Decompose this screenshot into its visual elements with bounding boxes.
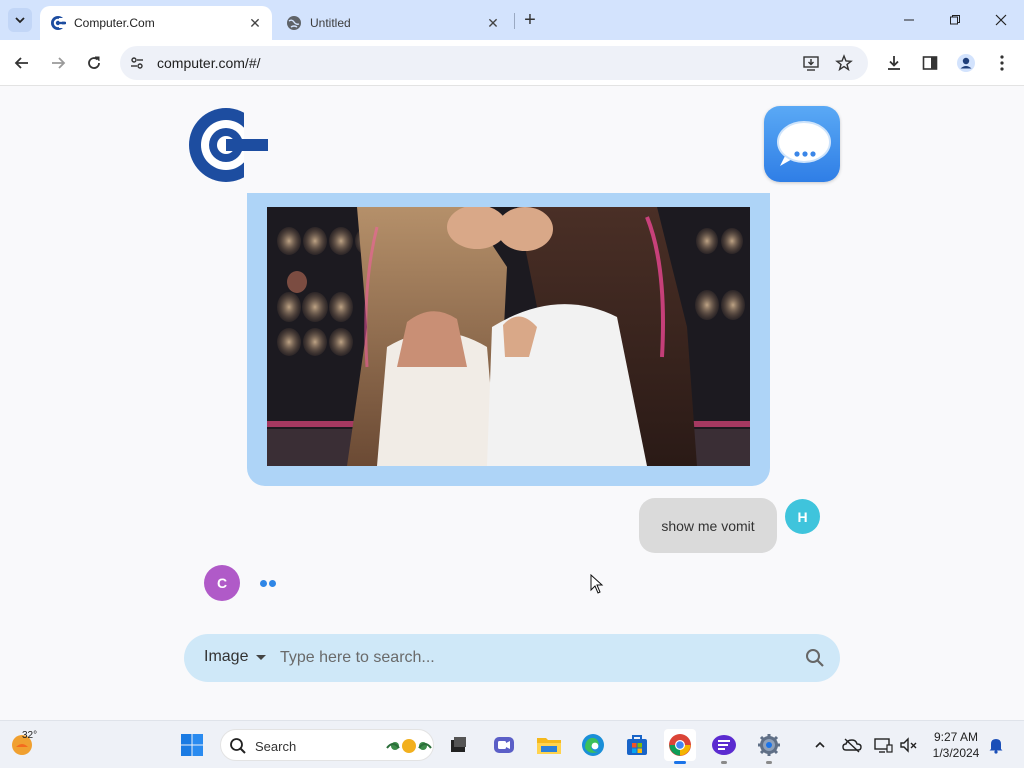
network-display-icon[interactable] [873, 735, 893, 755]
windows-start-icon[interactable] [176, 729, 208, 761]
tab-title: Untitled [310, 16, 351, 30]
generated-image-card [247, 193, 770, 486]
show-hidden-icons-chevron-icon[interactable] [810, 735, 830, 755]
tab-search-button[interactable] [8, 8, 32, 32]
computer-com-logo[interactable] [188, 103, 268, 187]
browser-toolbar: computer.com/#/ [0, 40, 1024, 86]
task-view-icon[interactable] [442, 729, 474, 761]
windows-taskbar: 32° Search 9:27 AM 1/3/2024 [0, 720, 1024, 768]
typing-indicator-dot [260, 580, 267, 587]
messages-app-icon[interactable] [764, 106, 840, 182]
bookmark-star-icon[interactable] [835, 54, 853, 72]
side-panel-icon[interactable] [920, 53, 940, 73]
back-arrow-icon[interactable] [10, 51, 34, 75]
computer-com-favicon-icon [50, 15, 66, 31]
browser-menu-icon[interactable] [992, 53, 1012, 73]
file-explorer-icon[interactable] [533, 729, 565, 761]
new-tab-plus-icon[interactable]: + [520, 9, 540, 31]
install-app-icon[interactable] [802, 54, 820, 72]
vpn-app-icon[interactable] [708, 729, 740, 764]
close-tab-icon[interactable]: ✕ [246, 14, 264, 32]
edge-browser-icon[interactable] [577, 729, 609, 761]
search-highlight-icon [386, 739, 432, 753]
globe-icon [286, 15, 302, 31]
onedrive-cloud-icon[interactable] [842, 735, 862, 755]
microsoft-store-icon[interactable] [621, 729, 653, 761]
close-tab-icon[interactable]: ✕ [484, 14, 502, 32]
tab-computer-com[interactable]: Computer.Com ✕ [40, 6, 272, 40]
tab-untitled[interactable]: Untitled ✕ [278, 6, 510, 40]
user-avatar: H [785, 499, 820, 534]
chevron-down-icon [15, 17, 25, 24]
settings-gear-icon[interactable] [753, 729, 785, 764]
search-mode-label: Image [204, 648, 249, 665]
active-app-indicator [674, 761, 686, 764]
search-icon[interactable] [804, 647, 826, 669]
site-settings-icon[interactable] [128, 54, 146, 72]
tab-separator [514, 13, 515, 29]
chat-search-input[interactable] [280, 644, 780, 672]
teams-meet-icon[interactable] [488, 729, 520, 761]
chrome-browser-icon[interactable] [664, 729, 696, 764]
typing-indicator-dot [269, 580, 276, 587]
page-content: show me vomit H C Image [0, 87, 1024, 720]
clock-date: 1/3/2024 [932, 746, 980, 760]
taskbar-search-label: Search [255, 739, 297, 754]
volume-muted-icon[interactable] [899, 735, 919, 755]
search-mode-dropdown[interactable]: Image [204, 648, 267, 666]
url-text: computer.com/#/ [157, 55, 261, 71]
photo-placeholder [267, 207, 750, 466]
running-app-indicator [766, 761, 772, 764]
user-message-bubble: show me vomit [639, 498, 777, 553]
minimize-window-icon[interactable] [895, 8, 923, 32]
download-icon[interactable] [884, 53, 904, 73]
reload-icon[interactable] [82, 51, 106, 75]
restore-window-icon[interactable] [941, 8, 969, 32]
system-clock[interactable]: 9:27 AM 1/3/2024 [920, 729, 992, 761]
caret-down-icon [256, 654, 267, 660]
clock-time: 9:27 AM [933, 730, 979, 744]
browser-tabstrip: Computer.Com ✕ Untitled ✕ + [0, 0, 1024, 40]
taskbar-search-box[interactable]: Search [220, 729, 434, 761]
bot-avatar: C [204, 565, 240, 601]
generated-image[interactable] [267, 207, 750, 466]
mouse-cursor-icon [590, 574, 604, 594]
address-bar[interactable]: computer.com/#/ [120, 46, 868, 80]
close-window-icon[interactable] [987, 8, 1015, 32]
running-app-indicator [721, 761, 727, 764]
weather-temperature: 32° [22, 730, 38, 741]
forward-arrow-icon[interactable] [46, 51, 70, 75]
search-icon [230, 738, 246, 754]
tab-title: Computer.Com [74, 16, 155, 30]
profile-avatar-icon[interactable] [956, 53, 976, 73]
chat-search-bar: Image [184, 634, 840, 682]
notification-bell-icon[interactable] [986, 735, 1006, 755]
